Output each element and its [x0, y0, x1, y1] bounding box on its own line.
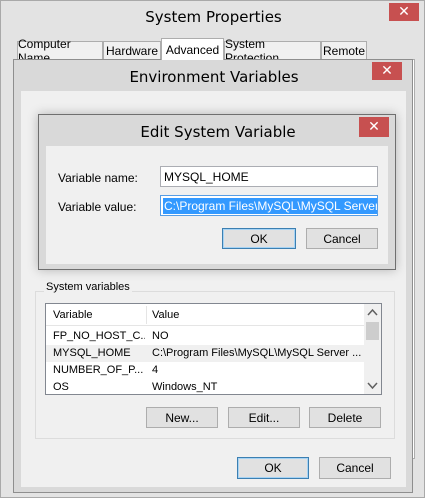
environment-variables-close-button[interactable]: ✕ — [372, 62, 402, 80]
list-header: Variable Value — [46, 304, 364, 326]
tab-remote[interactable]: Remote — [321, 41, 367, 59]
row-variable: MYSQL_HOME — [53, 347, 131, 359]
variable-name-value: MYSQL_HOME — [164, 169, 249, 184]
cancel-button[interactable]: Cancel — [319, 457, 391, 479]
edit-cancel-button[interactable]: Cancel — [306, 228, 378, 249]
edit-system-variable-dialog: Edit System Variable ✕ Variable name: MY… — [38, 114, 396, 270]
tab-computer-name[interactable]: Computer Name — [17, 37, 103, 65]
ok-button[interactable]: OK — [237, 457, 309, 479]
delete-button[interactable]: Delete — [309, 407, 381, 428]
row-variable: OS — [53, 381, 69, 393]
scroll-up-arrow-icon[interactable] — [364, 304, 381, 321]
tab-advanced[interactable]: Advanced — [161, 38, 224, 60]
tab-label: Hardware — [105, 43, 159, 58]
column-divider — [146, 306, 147, 324]
row-value: 4 — [152, 364, 159, 376]
list-rows: FP_NO_HOST_C... NO MYSQL_HOME C:\Program… — [46, 328, 364, 394]
list-scrollbar[interactable] — [364, 304, 381, 394]
edit-cancel-button-label: Cancel — [323, 231, 361, 246]
table-row[interactable]: OS Windows_NT — [46, 379, 364, 394]
table-row[interactable]: FP_NO_HOST_C... NO — [46, 328, 364, 345]
system-properties-title: System Properties — [145, 8, 282, 26]
row-value: NO — [152, 330, 169, 342]
table-row[interactable]: MYSQL_HOME C:\Program Files\MySQL\MySQL … — [46, 345, 364, 362]
variable-name-input[interactable]: MYSQL_HOME — [160, 166, 378, 187]
edit-button[interactable]: Edit... — [228, 407, 300, 428]
tab-label: Advanced — [165, 42, 220, 57]
edit-dialog-close-button[interactable]: ✕ — [359, 117, 389, 137]
column-header-variable[interactable]: Variable — [53, 309, 93, 321]
close-icon: ✕ — [381, 63, 393, 79]
edit-ok-button[interactable]: OK — [222, 228, 296, 249]
column-header-value[interactable]: Value — [152, 309, 179, 321]
variable-value-label: Variable value: — [58, 200, 137, 214]
close-icon: ✕ — [368, 119, 380, 135]
table-row[interactable]: NUMBER_OF_P... 4 — [46, 362, 364, 379]
system-variables-label: System variables — [44, 281, 132, 293]
close-icon: ✕ — [398, 4, 410, 20]
row-value: C:\Program Files\MySQL\MySQL Server ... — [152, 347, 362, 359]
tab-label: Remote — [322, 43, 366, 58]
variable-name-label: Variable name: — [58, 171, 138, 185]
system-properties-close-button[interactable]: ✕ — [389, 3, 419, 21]
scroll-down-arrow-icon[interactable] — [364, 377, 381, 394]
tab-hardware[interactable]: Hardware — [103, 41, 161, 59]
edit-dialog-client: Variable name: MYSQL_HOME Variable value… — [46, 146, 388, 264]
edit-button-label: Edit... — [248, 410, 280, 425]
variable-value-input[interactable]: C:\Program Files\MySQL\MySQL Server 5.6 — [160, 195, 378, 216]
delete-button-label: Delete — [327, 410, 363, 425]
system-variables-list[interactable]: Variable Value FP_NO_HOST_C... NO MYSQL_… — [45, 303, 382, 395]
row-value: Windows_NT — [152, 381, 218, 393]
variable-value-selected-text: C:\Program Files\MySQL\MySQL Server 5.6 — [163, 197, 377, 214]
scrollbar-thumb[interactable] — [366, 322, 379, 340]
row-variable: FP_NO_HOST_C... — [53, 330, 145, 342]
environment-variables-title: Environment Variables — [129, 68, 299, 86]
cancel-button-label: Cancel — [336, 461, 374, 475]
edit-ok-button-label: OK — [250, 231, 268, 246]
new-button[interactable]: New... — [146, 407, 218, 428]
row-variable: NUMBER_OF_P... — [53, 364, 144, 376]
edit-dialog-title: Edit System Variable — [140, 123, 296, 141]
tab-system-protection[interactable]: System Protection — [224, 37, 321, 65]
ok-button-label: OK — [264, 461, 282, 475]
new-button-label: New... — [165, 410, 199, 425]
